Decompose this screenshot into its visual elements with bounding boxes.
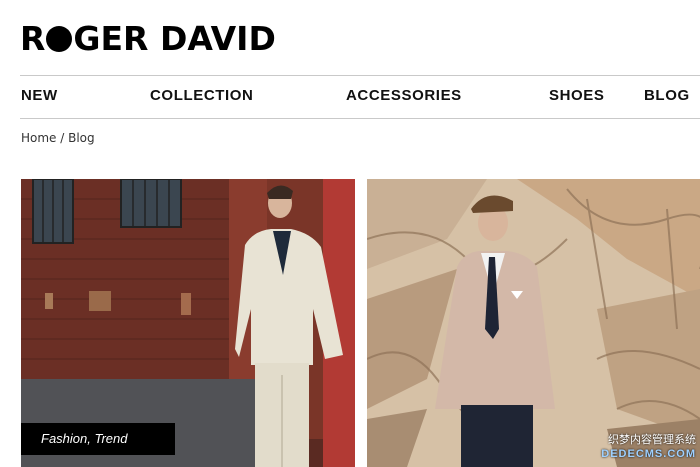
breadcrumb-separator: / (56, 131, 69, 145)
nav-item-blog[interactable]: BLOG (644, 87, 690, 104)
logo-text-rest: GER DAVID (73, 19, 276, 58)
nav-item-collection[interactable]: COLLECTION (150, 87, 254, 104)
breadcrumb-home[interactable]: Home (21, 131, 56, 145)
breadcrumb-current: Blog (68, 131, 95, 145)
breadcrumb: Home / Blog (21, 131, 95, 145)
logo-circle-icon (46, 26, 73, 52)
post-image[interactable] (367, 179, 700, 467)
watermark-line2: DEDECMS.COM (601, 448, 696, 460)
nav-item-accessories[interactable]: ACCESSORIES (346, 87, 462, 104)
nav-bottom-divider (20, 118, 700, 119)
watermark-line1: 织梦内容管理系统 (608, 434, 696, 446)
nav-top-divider (20, 75, 700, 76)
blog-post-card[interactable]: 织梦内容管理系统 DEDECMS.COM (367, 179, 700, 467)
logo-text-r: R (20, 19, 46, 58)
post-category-tag[interactable]: Fashion, Trend (21, 423, 175, 455)
nav-item-shoes[interactable]: SHOES (549, 87, 605, 104)
brand-logo[interactable]: R GER DAVID (20, 22, 276, 56)
blog-post-card[interactable]: Fashion, Trend (21, 179, 355, 467)
watermark: 织梦内容管理系统 DEDECMS.COM (601, 433, 696, 461)
nav-item-new[interactable]: NEW (21, 87, 58, 104)
